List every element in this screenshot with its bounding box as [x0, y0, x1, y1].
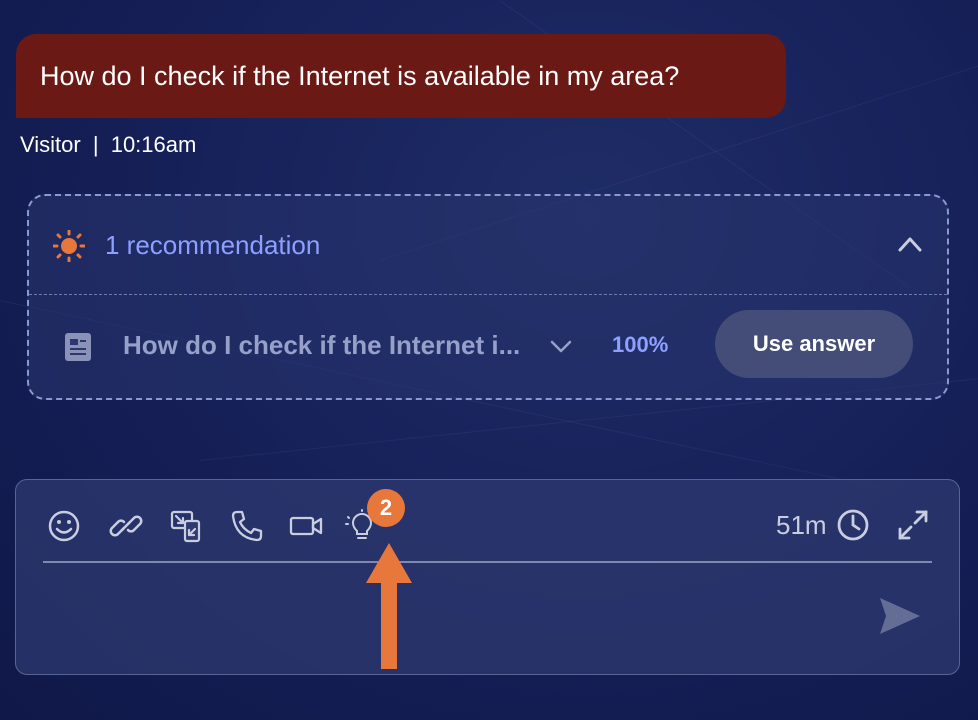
- message-composer: 2 51m: [15, 479, 960, 675]
- recommendation-item: How do I check if the Internet i... 100%…: [29, 294, 947, 400]
- message-meta: Visitor | 10:16am: [20, 132, 196, 158]
- call-button[interactable]: [227, 506, 267, 546]
- recommendation-panel: 1 recommendation How do I check if the I…: [27, 194, 949, 400]
- annotation-arrow-icon: [366, 543, 412, 669]
- recommendation-text[interactable]: How do I check if the Internet i...: [123, 330, 520, 361]
- screen-share-button[interactable]: [167, 506, 207, 546]
- confidence-score: 100%: [612, 332, 669, 357]
- emoji-icon: [48, 510, 80, 542]
- step-number-badge: 2: [367, 489, 405, 527]
- send-icon[interactable]: [876, 594, 924, 638]
- chat-timer: 51m: [776, 510, 827, 540]
- chevron-down-icon[interactable]: [549, 337, 573, 355]
- sender-name: Visitor: [20, 132, 81, 157]
- article-icon: [65, 333, 91, 361]
- chevron-up-icon[interactable]: [897, 234, 923, 254]
- video-call-button[interactable]: [286, 506, 326, 546]
- recommendation-header[interactable]: 1 recommendation: [29, 196, 947, 295]
- use-answer-button[interactable]: Use answer: [715, 310, 913, 378]
- meta-separator: |: [92, 132, 99, 157]
- phone-icon: [231, 510, 263, 542]
- message-input[interactable]: [43, 575, 879, 664]
- composer-divider: [43, 561, 932, 563]
- recommendation-count: 1 recommendation: [105, 230, 321, 260]
- sun-icon: [53, 230, 85, 262]
- message-time: 10:16am: [110, 132, 197, 157]
- link-icon: [109, 515, 143, 537]
- clock-icon: [837, 509, 869, 541]
- expand-icon[interactable]: [896, 508, 930, 542]
- link-button[interactable]: [106, 506, 146, 546]
- emoji-button[interactable]: [44, 506, 84, 546]
- video-icon: [289, 516, 323, 536]
- visitor-message-bubble: How do I check if the Internet is availa…: [16, 34, 786, 118]
- message-text: How do I check if the Internet is availa…: [40, 60, 680, 91]
- screen-share-icon: [170, 510, 201, 543]
